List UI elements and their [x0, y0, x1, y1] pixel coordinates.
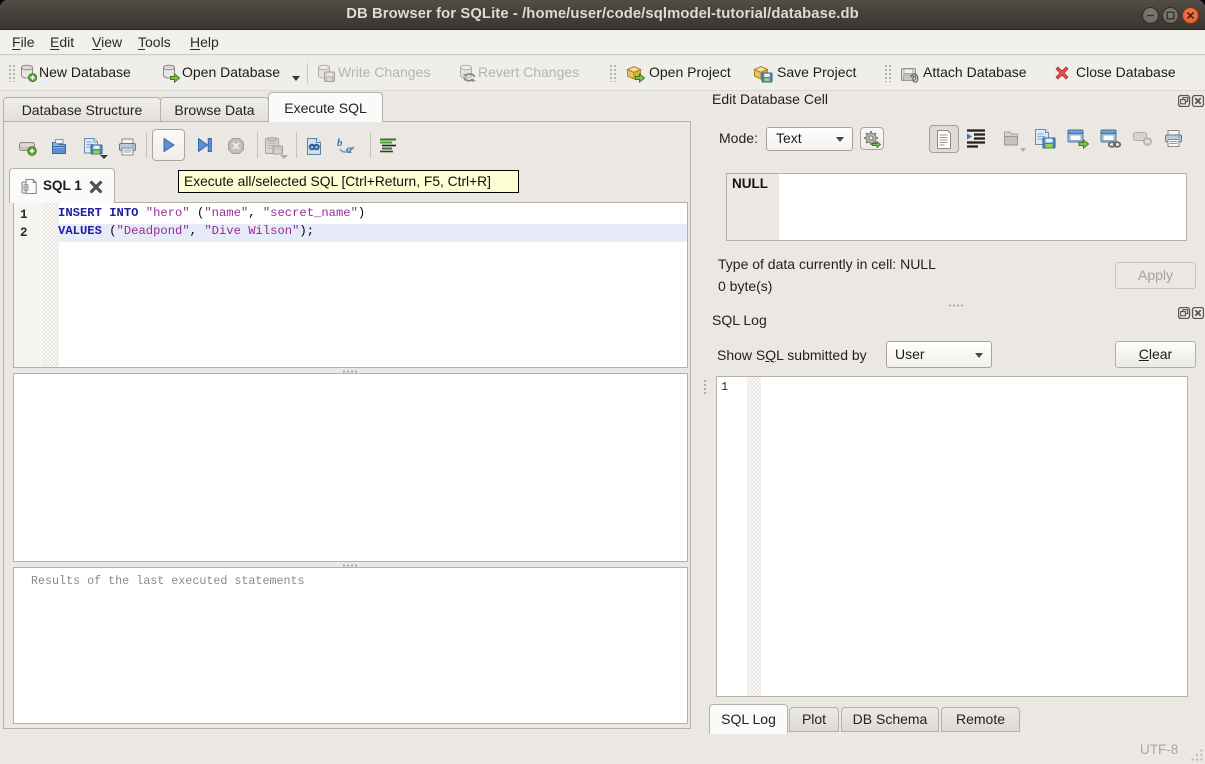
svg-text:b: b: [337, 137, 343, 149]
